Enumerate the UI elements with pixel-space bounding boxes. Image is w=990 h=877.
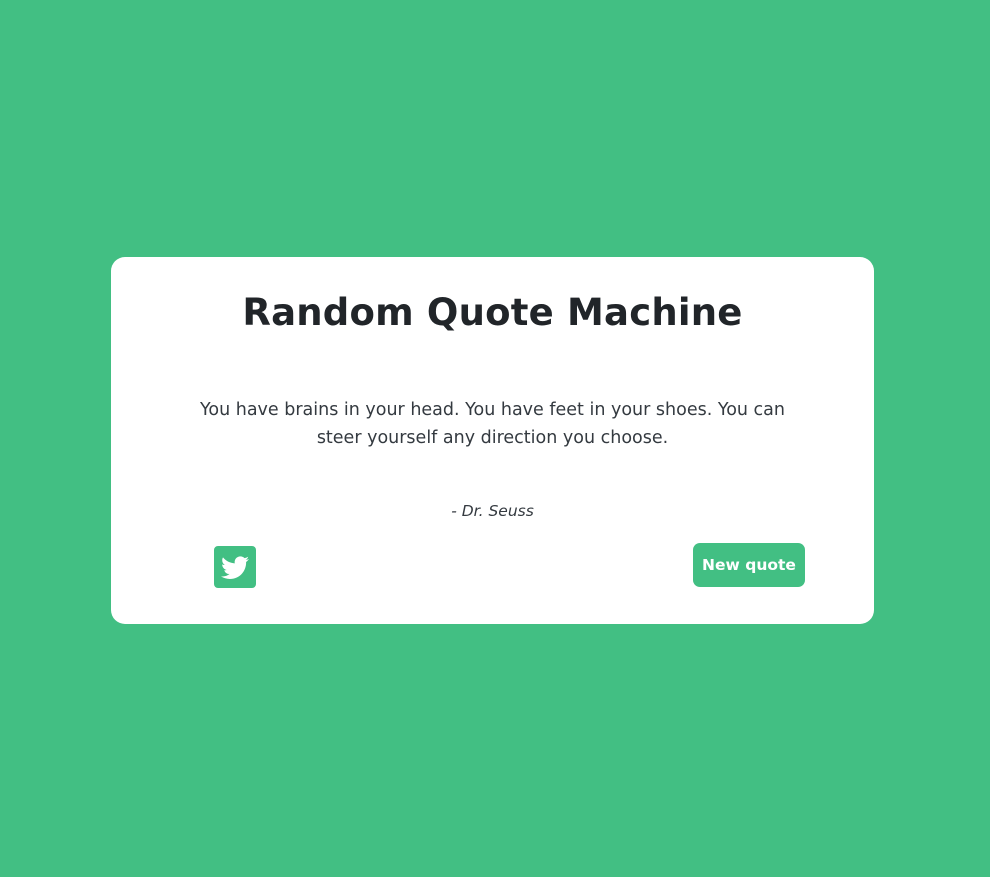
page-title: Random Quote Machine <box>242 291 743 334</box>
quote-card: Random Quote Machine You have brains in … <box>111 257 874 624</box>
tweet-quote-button[interactable] <box>214 546 256 588</box>
quote-text: You have brains in your head. You have f… <box>200 400 785 448</box>
quote-author: - Dr. Seuss <box>451 502 534 520</box>
twitter-bird-icon <box>219 551 251 583</box>
new-quote-button[interactable]: New quote <box>693 543 805 587</box>
